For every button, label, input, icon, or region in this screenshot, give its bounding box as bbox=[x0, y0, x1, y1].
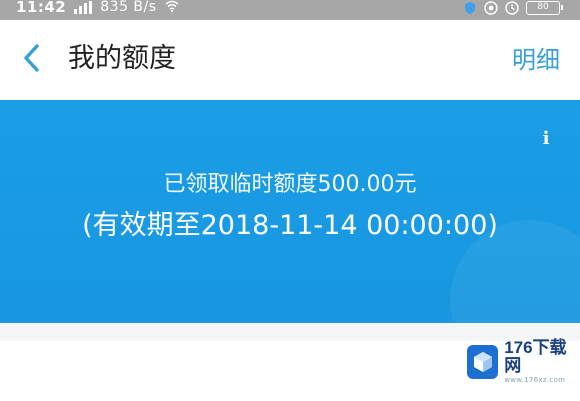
signal-icon bbox=[74, 0, 93, 14]
back-button[interactable] bbox=[14, 42, 48, 78]
screen: 11:42 835 B/s 80 我的额度 明细 i 已领取临时额度500.00… bbox=[0, 0, 580, 401]
watermark-url: www.176xz.com bbox=[504, 376, 566, 384]
network-speed: 835 B/s bbox=[100, 0, 157, 15]
cube-logo-icon bbox=[467, 345, 499, 379]
status-right: 80 bbox=[463, 1, 563, 15]
clock-icon bbox=[505, 1, 519, 15]
status-bar: 11:42 835 B/s 80 bbox=[0, 0, 580, 20]
watermark-title: 176下载网 bbox=[504, 338, 567, 375]
page-title: 我的额度 bbox=[68, 43, 176, 74]
chevron-left-icon bbox=[21, 43, 41, 77]
wifi-icon bbox=[165, 0, 179, 16]
quota-banner: i 已领取临时额度500.00元 (有效期至2018-11-14 00:00:0… bbox=[0, 100, 580, 323]
info-icon[interactable]: i bbox=[540, 128, 552, 150]
watermark: 176下载网 www.176xz.com bbox=[467, 339, 577, 385]
watermark-text-group: 176下载网 www.176xz.com bbox=[504, 339, 577, 385]
status-time: 11:42 bbox=[16, 0, 67, 16]
validity-text: (有效期至2018-11-14 00:00:00) bbox=[82, 210, 498, 241]
battery-level: 80 bbox=[537, 2, 549, 12]
app-header: 我的额度 明细 bbox=[0, 20, 580, 100]
status-left: 11:42 835 B/s bbox=[16, 0, 179, 16]
shield-icon bbox=[463, 1, 477, 15]
battery-icon: 80 bbox=[526, 1, 563, 15]
at-icon bbox=[484, 1, 498, 15]
quota-text: 已领取临时额度500.00元 bbox=[163, 172, 417, 197]
detail-button[interactable]: 明细 bbox=[512, 42, 560, 78]
